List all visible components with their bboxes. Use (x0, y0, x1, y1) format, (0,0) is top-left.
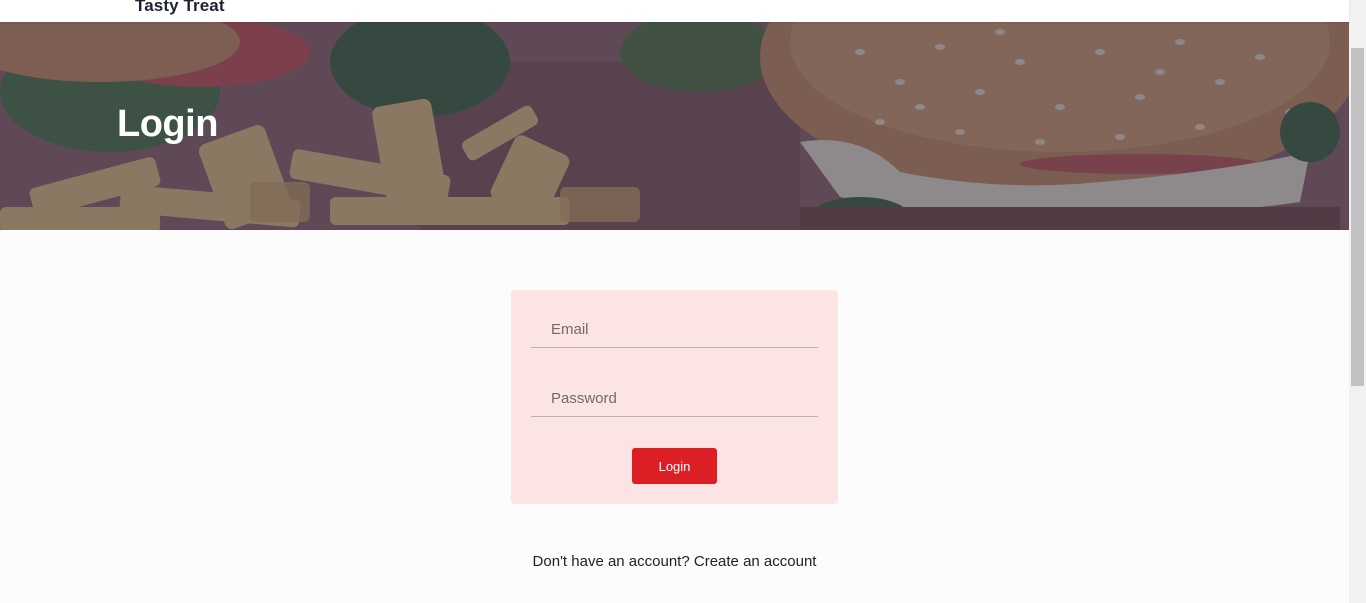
create-account-link[interactable]: Create an account (694, 553, 817, 570)
signup-prompt-text: Don't have an account? (532, 553, 690, 570)
signup-prompt: Don't have an account? Create an account (0, 553, 1349, 570)
scrollbar-thumb[interactable] (1351, 48, 1364, 386)
email-field[interactable] (531, 312, 818, 348)
page: Tasty Treat Login Email Login Don't have… (0, 0, 1366, 603)
vertical-scrollbar[interactable] (1349, 0, 1366, 603)
login-button[interactable]: Login (632, 448, 717, 484)
navbar: Tasty Treat (0, 0, 1349, 22)
password-field[interactable] (531, 381, 818, 417)
hero-banner: Login (0, 22, 1349, 230)
page-title: Login (117, 103, 218, 145)
login-form: Login (511, 290, 838, 504)
brand-logo[interactable]: Tasty Treat (135, 0, 225, 16)
